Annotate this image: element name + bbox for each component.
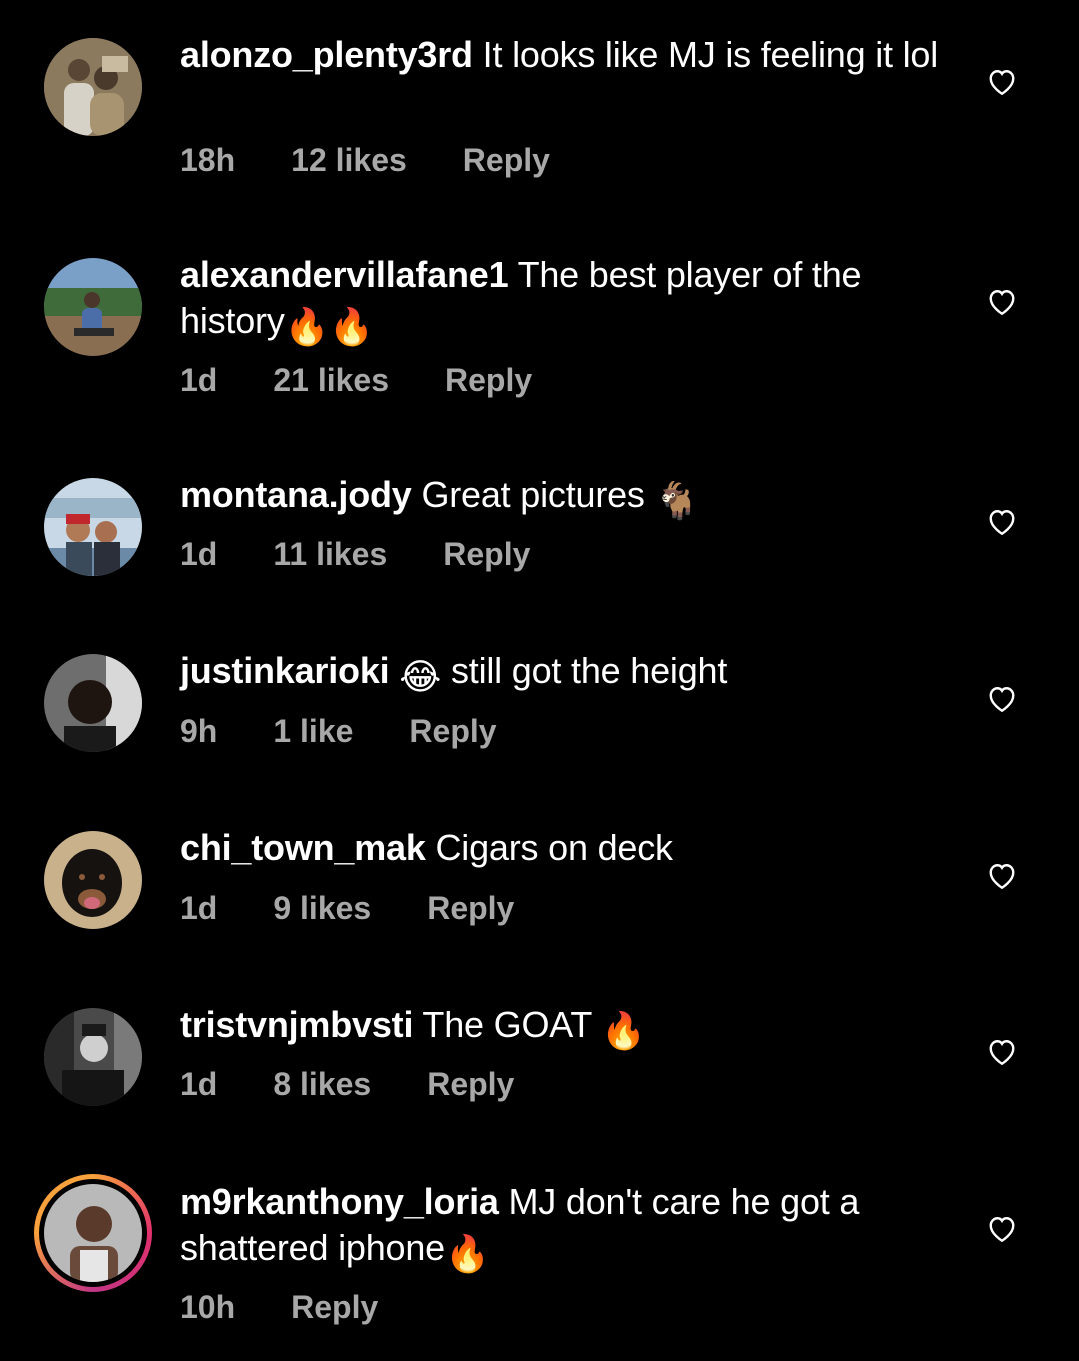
reply-button[interactable]: Reply [445,362,532,399]
avatar[interactable] [44,1008,142,1106]
comment-username[interactable]: chi_town_mak [180,827,426,868]
comment-meta: 10h Reply [180,1289,434,1326]
comment-likes[interactable]: 21 likes [273,362,389,399]
heart-outline-icon[interactable] [984,503,1020,539]
fire-emoji: 🔥🔥 [284,306,374,347]
comment-username[interactable]: alonzo_plenty3rd [180,34,473,75]
heart-outline-icon[interactable] [984,63,1020,99]
comment-meta: 18h 12 likes Reply [180,142,606,179]
comment-text: The GOAT [422,1004,592,1045]
comment-likes[interactable]: 11 likes [273,536,387,573]
reply-button[interactable]: Reply [409,713,496,750]
comment-meta: 9h 1 like Reply [180,713,553,750]
comment-username[interactable]: montana.jody [180,474,412,515]
comment-meta: 1d 11 likes Reply [180,536,586,573]
heart-outline-icon[interactable] [984,1033,1020,1069]
comment-time: 10h [180,1289,236,1325]
fire-emoji: 🔥 [601,1010,646,1051]
avatar[interactable] [44,38,142,136]
comment-time: 1d [180,362,218,398]
reply-button[interactable]: Reply [463,142,550,179]
comment-text: still got the height [450,650,728,691]
comment-time: 1d [180,890,218,926]
comment-time: 1d [180,1066,218,1102]
heart-outline-icon[interactable] [984,857,1020,893]
avatar[interactable] [44,831,142,929]
heart-outline-icon[interactable] [984,1210,1020,1246]
comment-meta: 1d 8 likes Reply [180,1066,570,1103]
comment-time: 9h [180,713,218,749]
comment-time: 18h [180,142,236,178]
comment-body: tristvnjmbvsti The GOAT 🔥 [180,1002,950,1054]
comment-text: Cigars on deck [435,827,674,868]
reply-button[interactable]: Reply [427,1066,514,1103]
comment-likes[interactable]: 9 likes [273,890,371,927]
comment-text: It looks like MJ is feeling it lol [482,34,939,75]
heart-outline-icon[interactable] [984,680,1020,716]
reply-button[interactable]: Reply [427,890,514,927]
comment-username[interactable]: justinkarioki [180,650,390,691]
comment-time: 1d [180,536,218,572]
comment-body: m9rkanthony_loria MJ don't care he got a… [180,1179,950,1277]
comment-body: alexandervillafane1 The best player of t… [180,252,950,350]
comment-body: chi_town_mak Cigars on deck [180,825,950,871]
comment-likes[interactable]: 8 likes [273,1066,371,1103]
comment-username[interactable]: m9rkanthony_loria [180,1181,499,1222]
heart-outline-icon[interactable] [984,283,1020,319]
comment-likes[interactable]: 12 likes [291,142,407,179]
comment-text: Great pictures [421,474,645,515]
comment-meta: 1d 9 likes Reply [180,890,570,927]
avatar[interactable] [44,258,142,356]
comment-username[interactable]: tristvnjmbvsti [180,1004,413,1045]
comment-body: justinkarioki 😂 still got the height [180,648,950,700]
comment-body: montana.jody Great pictures 🐐 [180,472,950,524]
comment-username[interactable]: alexandervillafane1 [180,254,509,295]
avatar[interactable] [44,654,142,752]
fire-emoji: 🔥 [445,1233,490,1274]
comment-body: alonzo_plenty3rd It looks like MJ is fee… [180,32,950,78]
avatar[interactable] [44,478,142,576]
laughing-emoji: 😂 [399,656,442,697]
reply-button[interactable]: Reply [291,1289,378,1326]
avatar[interactable] [34,1174,152,1292]
goat-emoji: 🐐 [654,480,700,521]
comment-meta: 1d 21 likes Reply [180,362,588,399]
reply-button[interactable]: Reply [443,536,530,573]
comment-likes[interactable]: 1 like [273,713,353,750]
